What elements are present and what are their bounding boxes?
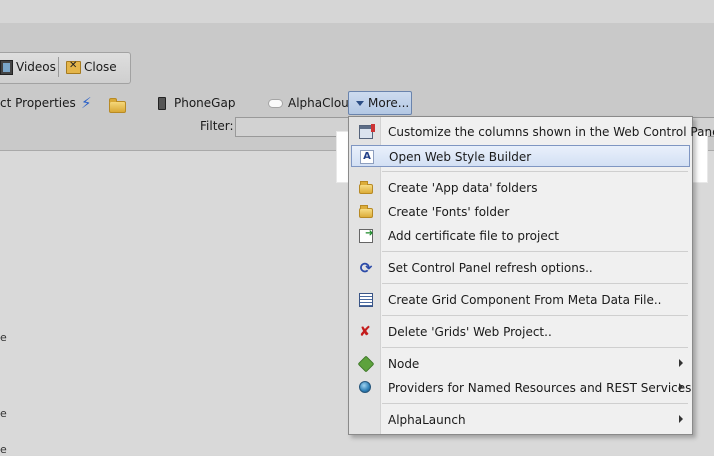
close-button[interactable]: Close [66, 57, 117, 77]
lightning-button[interactable]: ⚡ [81, 94, 92, 112]
menu-separator [382, 251, 688, 252]
phonegap-button[interactable]: PhoneGap [158, 94, 235, 112]
grid-icon [359, 293, 373, 307]
menu-item-label: Providers for Named Resources and REST S… [388, 381, 692, 395]
alphacloud-label: AlphaCloud [288, 96, 357, 110]
menu-item-web-style-builder[interactable]: A Open Web Style Builder [351, 145, 690, 167]
top-strip [0, 0, 714, 23]
menu-separator [382, 347, 688, 348]
menu-item-refresh-options[interactable]: ⟳ Set Control Panel refresh options.. [351, 257, 690, 279]
film-icon [0, 59, 13, 75]
node-icon [357, 355, 375, 373]
globe-icon [359, 381, 371, 393]
menu-separator [382, 171, 688, 172]
menu-separator [382, 315, 688, 316]
submenu-arrow-icon [679, 415, 683, 423]
project-properties-button[interactable]: ct Properties [0, 94, 76, 112]
phone-icon [158, 96, 166, 110]
menu-item-delete-grids-project[interactable]: ✘ Delete 'Grids' Web Project.. [351, 321, 690, 343]
submenu-arrow-icon [679, 359, 683, 367]
more-button[interactable]: More... [348, 91, 412, 115]
menu-item-fonts-folder[interactable]: Create 'Fonts' folder [351, 201, 690, 223]
open-folder-button[interactable] [109, 98, 126, 116]
menu-item-label: Create Grid Component From Meta Data Fil… [388, 293, 662, 307]
menu-item-node[interactable]: Node [351, 353, 690, 375]
close-icon [66, 60, 81, 74]
left-text-fragment: e [0, 407, 7, 420]
alphacloud-button[interactable]: AlphaCloud [268, 94, 356, 112]
phonegap-label: PhoneGap [174, 96, 236, 110]
close-label: Close [84, 60, 117, 74]
folder-icon [359, 181, 373, 194]
menu-item-add-certificate[interactable]: Add certificate file to project [351, 225, 690, 247]
menu-separator [382, 403, 688, 404]
menu-item-label: Add certificate file to project [388, 229, 560, 243]
menu-item-label: Node [388, 357, 420, 371]
certificate-icon [359, 228, 373, 243]
delete-icon: ✘ [359, 324, 371, 340]
style-builder-icon: A [360, 150, 374, 164]
videos-label: Videos [16, 60, 56, 74]
menu-item-label: Create 'App data' folders [388, 181, 538, 195]
more-label: More... [368, 96, 410, 110]
menu-item-label: Customize the columns shown in the Web C… [388, 125, 714, 139]
menu-item-label: Open Web Style Builder [389, 150, 532, 164]
dropdown-triangle-icon [356, 100, 364, 106]
menu-item-customize-columns[interactable]: Customize the columns shown in the Web C… [351, 121, 714, 143]
menu-item-alphalaunch[interactable]: AlphaLaunch [351, 409, 690, 431]
menu-item-create-grid-component[interactable]: Create Grid Component From Meta Data Fil… [351, 289, 690, 311]
more-dropdown-menu: Customize the columns shown in the Web C… [348, 116, 714, 435]
columns-icon [359, 124, 375, 139]
submenu-arrow-icon [679, 383, 683, 391]
toolbar-separator [58, 57, 59, 77]
menu-separator [382, 283, 688, 284]
menu-item-label: Create 'Fonts' folder [388, 205, 510, 219]
folder-icon [359, 205, 373, 218]
refresh-icon: ⟳ [359, 259, 373, 277]
videos-button[interactable]: Videos [0, 57, 56, 77]
menu-item-label: Set Control Panel refresh options.. [388, 261, 593, 275]
cloud-icon [268, 98, 283, 108]
menu-item-label: Delete 'Grids' Web Project.. [388, 325, 552, 339]
menu-item-label: AlphaLaunch [388, 413, 466, 427]
left-text-fragment: e [0, 331, 7, 344]
folder-icon [109, 98, 126, 113]
project-properties-label: ct Properties [0, 96, 76, 110]
menu-item-providers[interactable]: Providers for Named Resources and REST S… [351, 377, 692, 399]
filter-label: Filter: [200, 119, 234, 133]
left-text-fragment: e [0, 443, 7, 456]
menu-item-app-data-folders[interactable]: Create 'App data' folders [351, 177, 690, 199]
lightning-icon: ⚡ [81, 94, 92, 112]
